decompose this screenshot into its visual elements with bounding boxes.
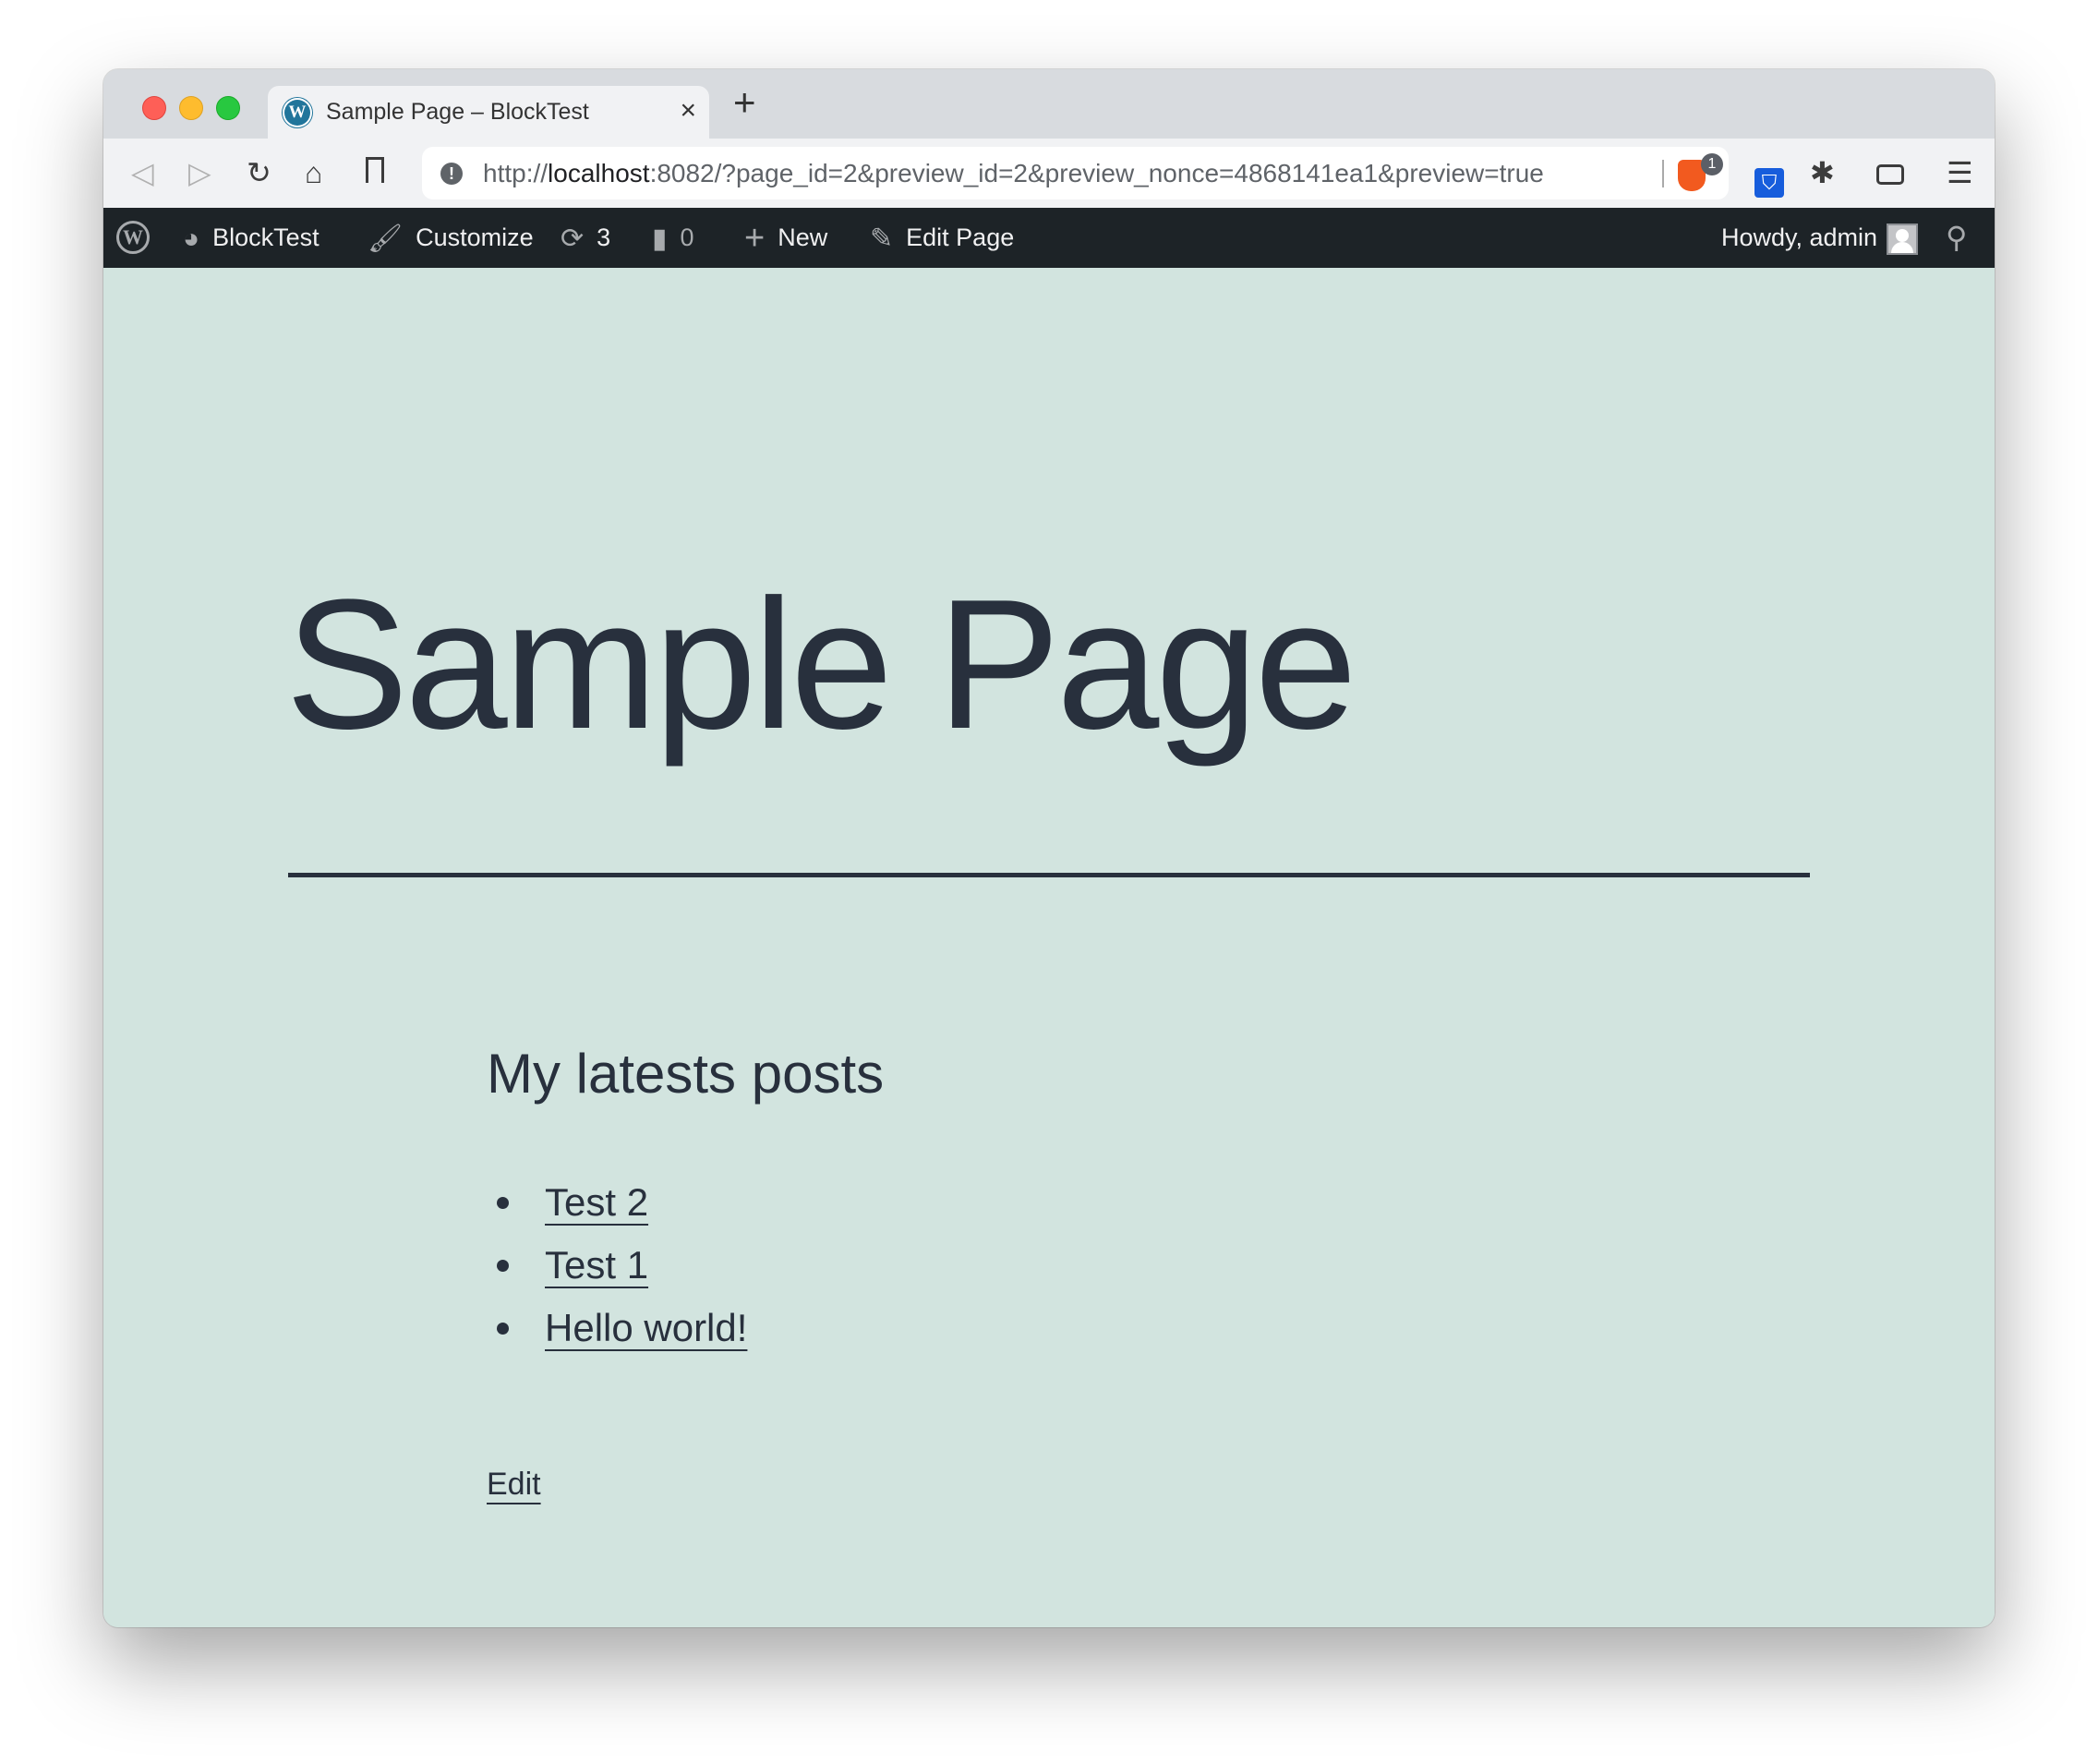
updates-count: 3: [597, 224, 611, 251]
url-text[interactable]: http://localhost:8082/?page_id=2&preview…: [483, 159, 1544, 188]
bookmark-icon[interactable]: [366, 157, 384, 183]
list-item: Hello world!: [496, 1297, 747, 1359]
minimize-window-button[interactable]: [179, 96, 203, 120]
new-label: New: [778, 224, 828, 251]
edit-link[interactable]: Edit: [487, 1467, 541, 1503]
wp-admin-bar: W ◕ BlockTest 🖌 Customize ⟳ 3 ▮ 0 + New ✎ Edit…: [103, 208, 1995, 268]
latest-posts-heading: My latests posts: [487, 1043, 885, 1105]
browser-window: W Sample Page – BlockTest × + ◁ ▷ ↻ ⌂ ! …: [103, 69, 1995, 1627]
maximize-window-button[interactable]: [216, 96, 240, 120]
updates-icon: ⟳: [561, 224, 585, 255]
address-bar-divider: [1662, 160, 1664, 187]
bitwarden-extension-icon[interactable]: ⛉: [1754, 168, 1784, 198]
url-path: :8082/?page_id=2&preview_id=2&preview_no…: [649, 159, 1544, 187]
admin-bar-edit-page[interactable]: ✎ Edit Page: [870, 208, 1014, 268]
admin-bar-new[interactable]: + New: [744, 208, 827, 268]
browser-toolbar: ◁ ▷ ↻ ⌂ ! http://localhost:8082/?page_id…: [103, 139, 1995, 208]
edit-page-label: Edit Page: [906, 224, 1015, 251]
admin-bar-comments[interactable]: ▮ 0: [652, 208, 694, 268]
post-link[interactable]: Hello world!: [545, 1306, 747, 1349]
wordpress-logo-icon[interactable]: W: [116, 221, 150, 254]
home-icon[interactable]: ⌂: [305, 155, 322, 190]
url-host: localhost: [548, 159, 650, 187]
latest-posts-list: Test 2 Test 1 Hello world!: [496, 1171, 747, 1359]
tab-title: Sample Page – BlockTest: [326, 99, 589, 125]
customize-label: Customize: [416, 224, 534, 251]
wordpress-icon: W: [284, 100, 310, 126]
url-scheme: http://: [483, 159, 549, 187]
tab-bar: W Sample Page – BlockTest × +: [103, 69, 1995, 139]
address-bar[interactable]: ! http://localhost:8082/?page_id=2&previ…: [422, 147, 1729, 199]
menu-icon[interactable]: ☰: [1947, 155, 1973, 190]
admin-bar-account[interactable]: Howdy, admin: [1721, 208, 1919, 268]
admin-bar-updates[interactable]: ⟳ 3: [561, 208, 610, 268]
brave-shields-badge: 1: [1701, 153, 1723, 175]
admin-bar-customize[interactable]: 🖌 Customize: [368, 208, 534, 268]
wallet-icon[interactable]: [1876, 164, 1904, 185]
avatar: [1887, 223, 1919, 255]
title-separator: [288, 873, 1810, 877]
page-content: Sample Page My latests posts Test 2 Test…: [103, 268, 1995, 1627]
extensions-icon[interactable]: ✱: [1810, 155, 1835, 190]
forward-icon[interactable]: ▷: [188, 155, 211, 190]
brush-icon: 🖌: [368, 224, 404, 255]
close-tab-icon[interactable]: ×: [680, 95, 696, 127]
howdy-label: Howdy, admin: [1721, 224, 1878, 251]
close-window-button[interactable]: [142, 96, 166, 120]
tab-sample-page[interactable]: W Sample Page – BlockTest ×: [268, 86, 709, 139]
list-item: Test 2: [496, 1171, 747, 1234]
comment-icon: ▮: [652, 224, 668, 255]
admin-bar-site-name[interactable]: ◕ BlockTest: [183, 208, 320, 268]
plus-icon: +: [744, 219, 766, 259]
search-icon[interactable]: ⚲: [1946, 208, 1967, 268]
reload-icon[interactable]: ↻: [247, 155, 271, 190]
site-info-icon[interactable]: !: [440, 163, 463, 185]
comments-count: 0: [680, 224, 694, 251]
dashboard-icon: ◕: [183, 224, 200, 255]
pencil-icon: ✎: [870, 224, 894, 255]
post-link[interactable]: Test 2: [545, 1180, 648, 1224]
post-link[interactable]: Test 1: [545, 1243, 648, 1287]
back-icon[interactable]: ◁: [131, 155, 154, 190]
new-tab-button[interactable]: +: [733, 80, 756, 125]
site-name-label: BlockTest: [212, 224, 320, 251]
page-title: Sample Page: [285, 562, 1357, 767]
list-item: Test 1: [496, 1234, 747, 1297]
